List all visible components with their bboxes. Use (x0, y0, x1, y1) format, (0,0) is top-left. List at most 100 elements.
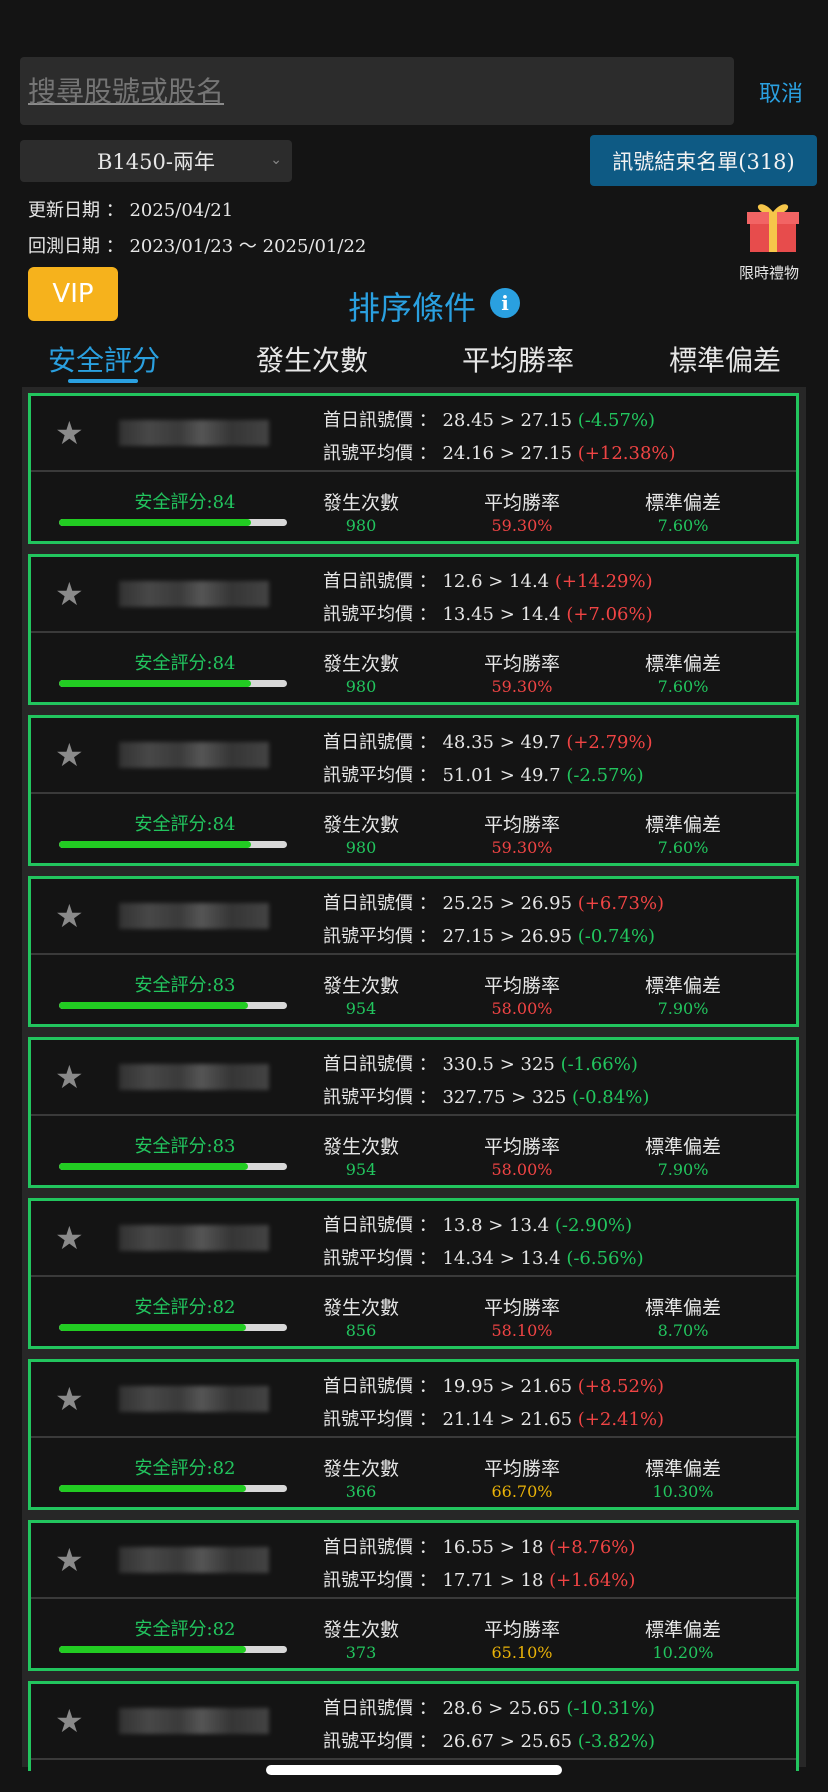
stat-std-value: 10.20% (652, 1643, 714, 1662)
avg-signal-price: 訊號平均價 ： 51.01 > 49.7 (-2.57%) (323, 761, 644, 787)
first-signal-price: 首日訊號價 ： 48.35 > 49.7 (+2.79%) (323, 728, 653, 754)
first-signal-text: 首日訊號價 ： 28.6 > 25.65 (323, 1698, 567, 1719)
star-icon[interactable]: ★ (55, 897, 84, 935)
stat-count-value: 980 (345, 838, 377, 857)
first-signal-price: 首日訊號價 ： 12.6 > 14.4 (+14.29%) (323, 567, 653, 593)
tab-occurrences[interactable]: 發生次數 (256, 339, 368, 379)
backtest-date: 回測日期 ： 2023/01/23 ～ 2025/01/22 (28, 236, 367, 257)
avg-signal-pct: (-0.84%) (572, 1087, 650, 1108)
avg-signal-text: 訊號平均價 ： 51.01 > 49.7 (323, 765, 567, 786)
star-icon[interactable]: ★ (55, 1219, 84, 1257)
signal-card[interactable]: ★ 首日訊號價 ： 330.5 > 325 (-1.66%) 訊號平均價 ： 3… (28, 1037, 799, 1188)
signal-card[interactable]: ★ 首日訊號價 ： 28.6 > 25.65 (-10.31%) 訊號平均價 ：… (28, 1681, 799, 1771)
safety-score-label: 安全評分:82 (134, 1297, 236, 1318)
avg-signal-price: 訊號平均價 ： 17.71 > 18 (+1.64%) (323, 1566, 635, 1592)
safety-score-bar-fill (59, 519, 251, 526)
search-input[interactable] (20, 57, 734, 125)
stock-name-blurred (119, 1708, 269, 1734)
avg-signal-pct: (+7.06%) (566, 604, 653, 625)
stat-count-value: 954 (345, 1160, 377, 1179)
card-divider (31, 1114, 796, 1116)
first-signal-text: 首日訊號價 ： 12.6 > 14.4 (323, 571, 555, 592)
safety-score-bar (59, 1324, 287, 1331)
update-date: 更新日期 ： 2025/04/21 (28, 200, 234, 221)
first-signal-price: 首日訊號價 ： 28.45 > 27.15 (-4.57%) (323, 406, 655, 432)
first-signal-pct: (-1.66%) (560, 1054, 638, 1075)
signal-card[interactable]: ★ 首日訊號價 ： 13.8 > 13.4 (-2.90%) 訊號平均價 ： 1… (28, 1198, 799, 1349)
tab-safety-score[interactable]: 安全評分 (48, 339, 160, 379)
stock-name-blurred (119, 1064, 269, 1090)
stat-win-label: 平均勝率 (483, 1136, 560, 1158)
tab-std-dev[interactable]: 標準偏差 (669, 339, 781, 379)
period-select[interactable]: B1450-兩年 ⌄ (20, 140, 292, 182)
stat-std-label: 標準偏差 (644, 1297, 721, 1319)
gift-label[interactable]: 限時禮物 (739, 262, 799, 283)
avg-signal-price: 訊號平均價 ： 14.34 > 13.4 (-6.56%) (323, 1244, 644, 1270)
stat-win-label: 平均勝率 (483, 492, 560, 514)
stat-count-value: 954 (345, 999, 377, 1018)
stat-count-label: 發生次數 (322, 1297, 399, 1319)
gift-icon[interactable] (744, 196, 802, 254)
avg-signal-pct: (-3.82%) (577, 1731, 656, 1752)
period-select-value: B1450-兩年 (97, 150, 215, 174)
stock-name-blurred (119, 1225, 269, 1251)
star-icon[interactable]: ★ (55, 1541, 84, 1579)
signal-card[interactable]: ★ 首日訊號價 ： 19.95 > 21.65 (+8.52%) 訊號平均價 ：… (28, 1359, 799, 1510)
stat-std-label: 標準偏差 (644, 653, 721, 675)
safety-score-bar-fill (59, 841, 251, 848)
safety-score-bar (59, 1646, 287, 1653)
cancel-button[interactable]: 取消 (759, 76, 803, 108)
avg-signal-text: 訊號平均價 ： 24.16 > 27.15 (323, 443, 578, 464)
stat-count-label: 發生次數 (322, 814, 399, 836)
stat-std-label: 標準偏差 (644, 492, 721, 514)
stat-win-label: 平均勝率 (483, 653, 560, 675)
avg-signal-price: 訊號平均價 ： 24.16 > 27.15 (+12.38%) (323, 439, 676, 465)
vip-button[interactable]: VIP (28, 267, 118, 321)
stat-win-value: 58.00% (491, 999, 553, 1018)
avg-signal-pct: (-0.74%) (577, 926, 656, 947)
stock-name-blurred (119, 903, 269, 929)
home-indicator[interactable] (266, 1765, 562, 1775)
star-icon[interactable]: ★ (55, 1058, 84, 1096)
safety-score-bar-fill (59, 1646, 246, 1653)
star-icon[interactable]: ★ (55, 1380, 84, 1418)
stat-win-value: 59.30% (491, 677, 553, 696)
safety-score-label: 安全評分:84 (134, 492, 236, 513)
safety-score-label: 安全評分:83 (134, 975, 236, 996)
stat-win-label: 平均勝率 (483, 1619, 560, 1641)
safety-score-label: 安全評分:83 (134, 1136, 236, 1157)
first-signal-pct: (+6.73%) (577, 893, 665, 914)
stat-win-value: 58.10% (491, 1321, 553, 1340)
first-signal-pct: (+8.76%) (549, 1537, 636, 1558)
signal-card[interactable]: ★ 首日訊號價 ： 28.45 > 27.15 (-4.57%) 訊號平均價 ：… (28, 393, 799, 544)
info-icon[interactable]: i (490, 288, 520, 318)
signal-card[interactable]: ★ 首日訊號價 ： 16.55 > 18 (+8.76%) 訊號平均價 ： 17… (28, 1520, 799, 1671)
stat-count-label: 發生次數 (322, 653, 399, 675)
first-signal-pct: (-10.31%) (566, 1698, 656, 1719)
stat-std-value: 7.90% (657, 1160, 709, 1179)
stat-std-label: 標準偏差 (644, 814, 721, 836)
avg-signal-text: 訊號平均價 ： 327.75 > 325 (323, 1087, 573, 1108)
star-icon[interactable]: ★ (55, 414, 84, 452)
stat-std-label: 標準偏差 (644, 1458, 721, 1480)
first-signal-text: 首日訊號價 ： 28.45 > 27.15 (323, 410, 578, 431)
first-signal-text: 首日訊號價 ： 13.8 > 13.4 (323, 1215, 555, 1236)
star-icon[interactable]: ★ (55, 575, 84, 613)
stat-count-label: 發生次數 (322, 975, 399, 997)
signal-card[interactable]: ★ 首日訊號價 ： 25.25 > 26.95 (+6.73%) 訊號平均價 ：… (28, 876, 799, 1027)
stat-count-label: 發生次數 (322, 1136, 399, 1158)
safety-score-bar (59, 519, 287, 526)
stat-std-value: 8.70% (657, 1321, 709, 1340)
stat-win-value: 65.10% (491, 1643, 553, 1662)
stat-win-value: 58.00% (491, 1160, 553, 1179)
signal-card[interactable]: ★ 首日訊號價 ： 12.6 > 14.4 (+14.29%) 訊號平均價 ： … (28, 554, 799, 705)
signal-card[interactable]: ★ 首日訊號價 ： 48.35 > 49.7 (+2.79%) 訊號平均價 ： … (28, 715, 799, 866)
stat-std-value: 7.60% (657, 677, 709, 696)
end-list-button[interactable]: 訊號結束名單(318) (590, 135, 817, 186)
star-icon[interactable]: ★ (55, 736, 84, 774)
stat-std-value: 7.90% (657, 999, 709, 1018)
tab-avg-win-rate[interactable]: 平均勝率 (462, 339, 574, 379)
avg-signal-price: 訊號平均價 ： 21.14 > 21.65 (+2.41%) (323, 1405, 664, 1431)
stat-std-label: 標準偏差 (644, 1136, 721, 1158)
star-icon[interactable]: ★ (55, 1702, 84, 1740)
